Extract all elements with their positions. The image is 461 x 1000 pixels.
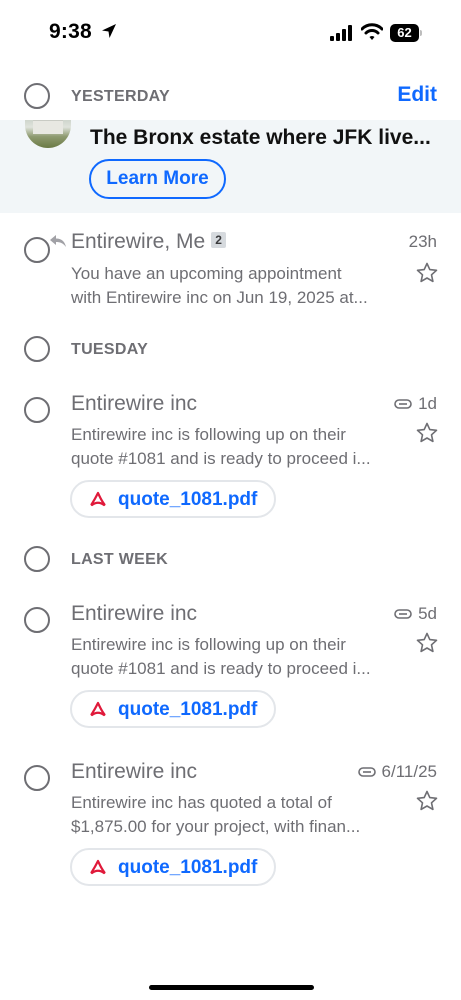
message-row[interactable]: Entirewire, Me 2 23h You have an upcoming…: [0, 224, 461, 314]
attachment-name: quote_1081.pdf: [118, 857, 258, 878]
pdf-icon: [90, 701, 106, 717]
select-section-circle[interactable]: [24, 83, 50, 109]
message-meta: 5d: [394, 604, 437, 624]
home-indicator[interactable]: [149, 985, 314, 990]
reply-icon: [50, 235, 66, 247]
promo-thumbnail: [25, 120, 71, 148]
learn-more-button[interactable]: Learn More: [89, 159, 226, 199]
battery-icon: 62: [390, 24, 422, 42]
star-icon[interactable]: [415, 631, 439, 655]
message-time: 5d: [418, 604, 437, 623]
message-time: 6/11/25: [381, 762, 437, 781]
message-preview: Entirewire inc is following up on their …: [71, 425, 371, 468]
message-preview: Entirewire inc is following up on their …: [71, 635, 371, 678]
status-bar: 9:38 62: [0, 0, 461, 64]
message-row[interactable]: Entirewire inc 1d Entirewire inc is foll…: [0, 388, 461, 528]
attachment-chip[interactable]: quote_1081.pdf: [70, 690, 276, 728]
attachment-chip[interactable]: quote_1081.pdf: [70, 480, 276, 518]
message-row[interactable]: Entirewire inc 5d Entirewire inc is foll…: [0, 598, 461, 738]
promo-banner[interactable]: The Bronx estate where JFK live... Learn…: [0, 120, 461, 213]
message-sender: Entirewire inc: [71, 602, 198, 625]
message-sender: Entirewire inc: [71, 392, 198, 415]
status-time: 9:38: [49, 20, 92, 43]
message-preview: Entirewire inc has quoted a total of $1,…: [71, 793, 361, 836]
battery-level: 62: [397, 25, 412, 40]
message-sender: Entirewire, Me 2: [71, 230, 226, 254]
message-select-circle[interactable]: [24, 607, 50, 633]
promo-title: The Bronx estate where JFK live...: [90, 126, 431, 149]
pdf-icon: [90, 491, 106, 507]
thread-count-badge: 2: [211, 232, 226, 248]
message-select-circle[interactable]: [24, 397, 50, 423]
attachment-name: quote_1081.pdf: [118, 489, 258, 510]
wifi-icon: [361, 23, 383, 40]
signal-icon: [330, 25, 352, 41]
star-icon[interactable]: [415, 421, 439, 445]
attachment-name: quote_1081.pdf: [118, 699, 258, 720]
attachment-icon: [394, 609, 412, 619]
star-icon[interactable]: [415, 261, 439, 285]
message-meta: 1d: [394, 394, 437, 414]
star-icon[interactable]: [415, 789, 439, 813]
section-label-last-week: LAST WEEK: [71, 551, 168, 568]
message-preview: You have an upcoming appointment with En…: [71, 264, 368, 307]
message-select-circle[interactable]: [24, 765, 50, 791]
edit-button[interactable]: Edit: [397, 83, 437, 107]
message-meta: 6/11/25: [357, 762, 437, 782]
select-section-circle[interactable]: [24, 336, 50, 362]
message-time: 1d: [418, 394, 437, 413]
message-row[interactable]: Entirewire inc 6/11/25 Entirewire inc ha…: [0, 756, 461, 896]
message-time: 23h: [408, 232, 437, 251]
message-sender: Entirewire inc: [71, 760, 198, 783]
location-arrow-icon: [102, 24, 116, 38]
section-label-tuesday: TUESDAY: [71, 341, 149, 358]
attachment-icon: [394, 399, 412, 409]
section-label-yesterday: YESTERDAY: [71, 88, 171, 105]
attachment-icon: [357, 767, 376, 777]
pdf-icon: [90, 859, 106, 875]
message-select-circle[interactable]: [24, 237, 50, 263]
attachment-chip[interactable]: quote_1081.pdf: [70, 848, 276, 886]
select-section-circle[interactable]: [24, 546, 50, 572]
